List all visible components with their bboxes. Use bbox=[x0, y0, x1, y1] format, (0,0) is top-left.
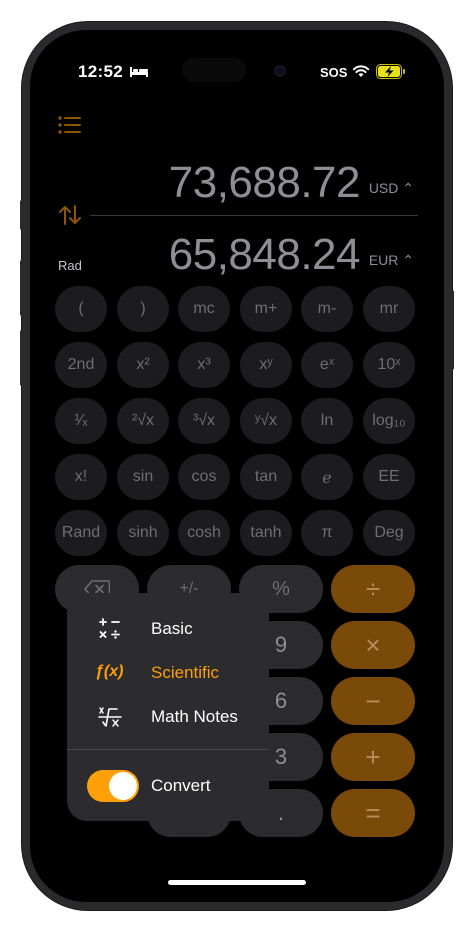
target-currency-label: EUR bbox=[368, 252, 399, 268]
display-divider bbox=[90, 215, 418, 216]
key-pi[interactable]: π bbox=[301, 510, 353, 556]
menu-item-math-notes[interactable]: Math Notes bbox=[67, 697, 269, 737]
math-notes-icon bbox=[98, 707, 122, 727]
convert-toggle[interactable] bbox=[87, 770, 139, 802]
key-m-plus[interactable]: m+ bbox=[240, 286, 292, 332]
chevron-updown-icon: ⌃ bbox=[402, 252, 414, 268]
bed-icon bbox=[130, 67, 148, 77]
wifi-icon bbox=[352, 65, 370, 77]
key-x-cubed[interactable]: x³ bbox=[178, 342, 230, 388]
key-x-squared[interactable]: x² bbox=[117, 342, 169, 388]
menu-list-icon[interactable] bbox=[58, 115, 82, 135]
key-tan[interactable]: tan bbox=[240, 454, 292, 500]
function-fx-icon: ƒ(x) bbox=[95, 663, 124, 680]
key-close-paren[interactable]: ) bbox=[117, 286, 169, 332]
menu-item-math-notes-label: Math Notes bbox=[151, 707, 238, 726]
key-reciprocal[interactable]: ¹⁄ₓ bbox=[55, 398, 107, 444]
side-button bbox=[450, 290, 454, 370]
key-e-pow-x[interactable]: eˣ bbox=[301, 342, 353, 388]
key-ln[interactable]: ln bbox=[301, 398, 353, 444]
key-e[interactable]: e bbox=[301, 454, 353, 500]
home-indicator[interactable] bbox=[168, 880, 306, 885]
volume-up-button bbox=[20, 260, 24, 316]
key-sin[interactable]: sin bbox=[117, 454, 169, 500]
source-currency-picker[interactable]: USD ⌃ bbox=[369, 180, 414, 197]
menu-divider bbox=[67, 749, 269, 750]
key-ten-pow-x[interactable]: 10ˣ bbox=[363, 342, 415, 388]
key-divide[interactable]: ÷ bbox=[331, 565, 415, 613]
key-multiply[interactable]: × bbox=[331, 621, 415, 669]
sos-indicator: SOS bbox=[320, 65, 348, 80]
conversion-source-value[interactable]: 73,688.72 bbox=[169, 158, 361, 208]
camera-indicator bbox=[274, 65, 286, 77]
convert-toggle-label: Convert bbox=[151, 776, 211, 795]
volume-down-button bbox=[20, 330, 24, 386]
key-minus[interactable]: − bbox=[331, 677, 415, 725]
key-x-pow-y[interactable]: xʸ bbox=[240, 342, 292, 388]
key-cos[interactable]: cos bbox=[178, 454, 230, 500]
menu-item-basic[interactable]: Basic bbox=[67, 609, 269, 649]
key-mr[interactable]: mr bbox=[363, 286, 415, 332]
key-square-root[interactable]: ²√x bbox=[117, 398, 169, 444]
key-plus[interactable]: + bbox=[331, 733, 415, 781]
conversion-result-value[interactable]: 65,848.24 bbox=[169, 230, 361, 280]
angle-mode-indicator: Rad bbox=[58, 258, 82, 273]
menu-item-basic-label: Basic bbox=[151, 619, 193, 638]
key-equals[interactable]: = bbox=[331, 789, 415, 837]
key-cosh[interactable]: cosh bbox=[178, 510, 230, 556]
key-open-paren[interactable]: ( bbox=[55, 286, 107, 332]
basic-operators-icon bbox=[99, 618, 120, 639]
key-log10[interactable]: log₁₀ bbox=[363, 398, 415, 444]
key-rand[interactable]: Rand bbox=[55, 510, 107, 556]
status-time: 12:52 bbox=[78, 62, 123, 81]
key-factorial[interactable]: x! bbox=[55, 454, 107, 500]
key-second[interactable]: 2nd bbox=[55, 342, 107, 388]
menu-item-scientific[interactable]: ƒ(x) Scientific bbox=[67, 653, 269, 693]
screen: 12:52 SOS 73,688.72 USD ⌃ 65,848.24 EUR … bbox=[30, 30, 444, 902]
battery-charging-icon bbox=[376, 64, 405, 79]
key-mc[interactable]: mc bbox=[178, 286, 230, 332]
status-bar: 12:52 SOS bbox=[30, 58, 444, 86]
dynamic-island bbox=[182, 58, 246, 82]
toggle-knob bbox=[109, 772, 137, 800]
key-y-root[interactable]: ʸ√x bbox=[240, 398, 292, 444]
swap-arrows-icon[interactable] bbox=[58, 204, 82, 226]
key-ee[interactable]: EE bbox=[363, 454, 415, 500]
action-button bbox=[20, 200, 24, 230]
source-currency-label: USD bbox=[368, 180, 399, 196]
key-tanh[interactable]: tanh bbox=[240, 510, 292, 556]
target-currency-picker[interactable]: EUR ⌃ bbox=[369, 252, 414, 269]
chevron-updown-icon: ⌃ bbox=[402, 180, 414, 196]
calculator-mode-menu: Basic ƒ(x) Scientific Math Notes Convert bbox=[67, 593, 269, 821]
key-m-minus[interactable]: m- bbox=[301, 286, 353, 332]
key-cube-root[interactable]: ³√x bbox=[178, 398, 230, 444]
key-sinh[interactable]: sinh bbox=[117, 510, 169, 556]
menu-item-scientific-label: Scientific bbox=[151, 663, 220, 682]
key-deg[interactable]: Deg bbox=[363, 510, 415, 556]
